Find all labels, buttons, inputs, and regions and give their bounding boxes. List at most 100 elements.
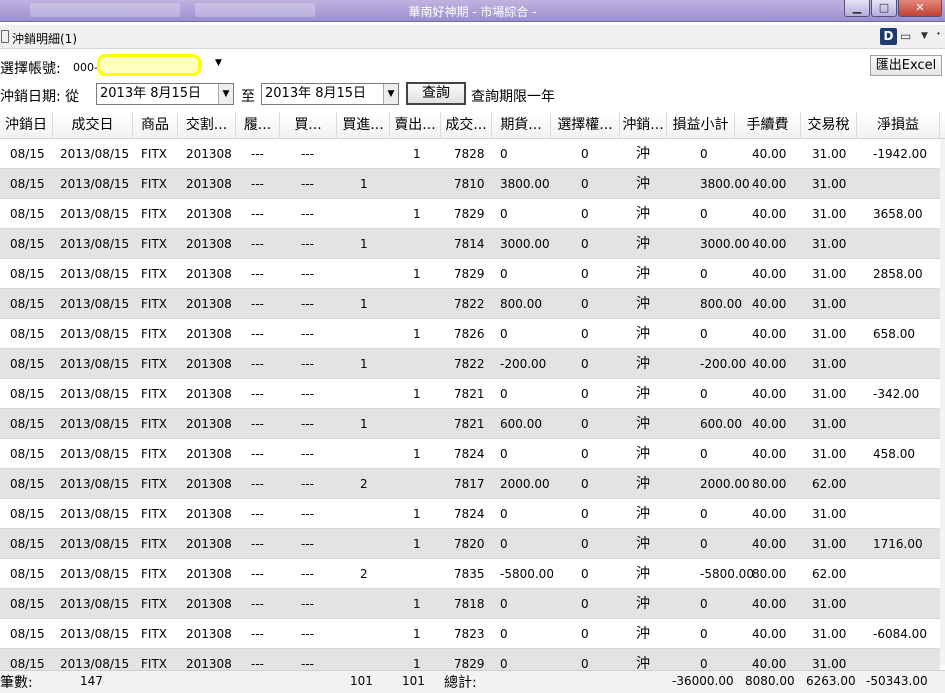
table-cell: --- [301,597,314,611]
table-cell: 0 [500,657,508,670]
table-cell: --- [251,297,264,311]
column-header[interactable]: 手續費 [735,112,801,139]
table-row[interactable]: 08/15 2013/08/15 FITX 201308 --- --- 1 7823 0 0 沖 0… [0,619,940,649]
table-row[interactable]: 08/15 2013/08/15 FITX 201308 --- --- 1 7822 800.… [0,289,940,319]
minimize-button[interactable]: ▁ [844,0,870,17]
date-filter-label: 沖銷日期: 從 [0,89,80,105]
table-cell: FITX [141,207,167,221]
table-cell: 沖 [636,626,650,642]
table-cell: 2013/08/15 [60,207,130,221]
table-cell: --- [301,417,314,431]
table-row[interactable]: 08/15 2013/08/15 FITX 201308 --- --- 1 7814 3000… [0,229,940,259]
table-row[interactable]: 08/15 2013/08/15 FITX 201308 --- --- 1 7821 0 0 沖 0… [0,379,940,409]
table-cell: 800.00 [500,297,542,311]
close-button[interactable]: ✕ [898,0,942,17]
column-header[interactable]: 沖銷... [620,112,667,139]
table-row[interactable]: 08/15 2013/08/15 FITX 201308 --- --- 2 7835 -580… [0,559,940,589]
table-cell: 08/15 [10,207,45,221]
table-cell: 80.00 [752,477,787,491]
chevron-down-icon[interactable]: ▼ [215,58,222,68]
table-cell: 201308 [186,207,232,221]
column-header[interactable]: 選擇權... [551,112,620,139]
table-row[interactable]: 08/15 2013/08/15 FITX 201308 --- --- 1 7829 0 0 沖 0… [0,259,940,289]
table-row[interactable]: 08/15 2013/08/15 FITX 201308 --- --- 1 7824 0 0 沖 0… [0,499,940,529]
column-header[interactable]: 商品 [133,112,178,139]
table-cell: 7822 [454,357,485,371]
table-row[interactable]: 08/15 2013/08/15 FITX 201308 --- --- 2 7817 2000… [0,469,940,499]
table-cell: --- [251,357,264,371]
calendar-dropdown-icon[interactable]: ▼ [218,84,233,104]
table-cell: 1 [360,357,368,371]
table-cell: 40.00 [752,267,787,281]
column-header[interactable]: 期貨... [492,112,551,139]
d-icon[interactable]: D [880,28,897,45]
fee-total: 8080.00 [745,674,795,688]
date-to-picker[interactable]: 2013年 8月15日 ▼ [261,83,399,105]
column-header[interactable]: 履... [236,112,280,139]
calendar-dropdown-icon[interactable]: ▼ [383,84,398,104]
table-cell: 31.00 [812,537,847,551]
account-selector-redacted[interactable] [97,54,201,76]
page-icon[interactable]: ▭ [900,29,911,43]
table-cell: 201308 [186,267,232,281]
column-header[interactable]: 交割... [178,112,236,139]
window-title: 華南好神期 - 市場綜合 - [408,5,537,19]
table-row[interactable]: 08/15 2013/08/15 FITX 201308 --- --- 1 7826 0 0 沖 0… [0,319,940,349]
table-cell: 2858.00 [873,267,923,281]
table-cell: 2013/08/15 [60,357,130,371]
column-header[interactable]: 成交日 [53,112,133,139]
table-cell: FITX [141,357,167,371]
table-cell: 沖 [636,566,650,582]
table-row[interactable]: 08/15 2013/08/15 FITX 201308 --- --- 1 7818 0 0 沖 0… [0,589,940,619]
table-cell: 31.00 [812,657,847,670]
column-header[interactable]: 沖銷日 [0,112,53,139]
table-row[interactable]: 08/15 2013/08/15 FITX 201308 --- --- 1 7828 0 0 沖 0… [0,139,940,169]
table-cell: 600.00 [700,417,742,431]
table-cell: 0 [500,447,508,461]
table-cell: 40.00 [752,657,787,670]
table-cell: 0 [700,387,708,401]
export-excel-button[interactable]: 匯出Excel [870,55,942,76]
table-row[interactable]: 08/15 2013/08/15 FITX 201308 --- --- 1 7822 -200… [0,349,940,379]
table-cell: 0 [500,147,508,161]
table-cell: 0 [581,567,589,581]
table-cell: 沖 [636,206,650,222]
table-cell: 沖 [636,506,650,522]
column-header[interactable]: 賣出... [390,112,441,139]
dropdown-icon[interactable]: ▼ [921,31,928,41]
table-cell: 3800.00 [500,177,550,191]
table-cell: 2013/08/15 [60,237,130,251]
table-cell: 201308 [186,327,232,341]
table-row[interactable]: 08/15 2013/08/15 FITX 201308 --- --- 1 7820 0 0 沖 0… [0,529,940,559]
table-cell: 7818 [454,597,485,611]
date-from-picker[interactable]: 2013年 8月15日 ▼ [96,83,234,105]
column-header[interactable]: 交易稅 [801,112,857,139]
maximize-button[interactable]: □ [871,0,897,17]
table-cell: --- [301,537,314,551]
table-cell: 7826 [454,327,485,341]
table-cell: 40.00 [752,447,787,461]
table-cell: 沖 [636,296,650,312]
table-cell: 0 [581,177,589,191]
column-header[interactable]: 淨損益 [857,112,940,139]
column-header[interactable]: 買進... [337,112,390,139]
column-header[interactable]: 損益小計 [667,112,735,139]
query-button[interactable]: 查詢 [406,82,466,105]
table-cell: --- [251,627,264,641]
table-cell: 08/15 [10,387,45,401]
table-row[interactable]: 08/15 2013/08/15 FITX 201308 --- --- 1 7821 600.… [0,409,940,439]
table-cell: 2 [360,477,368,491]
vertical-scrollbar[interactable] [940,139,945,665]
pin-icon[interactable]: ᐩ [936,29,941,43]
table-cell: 沖 [636,596,650,612]
table-body[interactable]: 08/15 2013/08/15 FITX 201308 --- --- 1 7828 0 0 沖 0… [0,139,940,670]
table-row[interactable]: 08/15 2013/08/15 FITX 201308 --- --- 1 7829 0 0 沖 0… [0,649,940,670]
table-cell: --- [301,507,314,521]
table-row[interactable]: 08/15 2013/08/15 FITX 201308 --- --- 1 7829 0 0 沖 0… [0,199,940,229]
table-cell: 1 [360,177,368,191]
table-cell: 2 [360,567,368,581]
table-row[interactable]: 08/15 2013/08/15 FITX 201308 --- --- 1 7824 0 0 沖 0… [0,439,940,469]
column-header[interactable]: 買... [280,112,337,139]
column-header[interactable]: 成交... [441,112,492,139]
table-row[interactable]: 08/15 2013/08/15 FITX 201308 --- --- 1 7810 3800… [0,169,940,199]
